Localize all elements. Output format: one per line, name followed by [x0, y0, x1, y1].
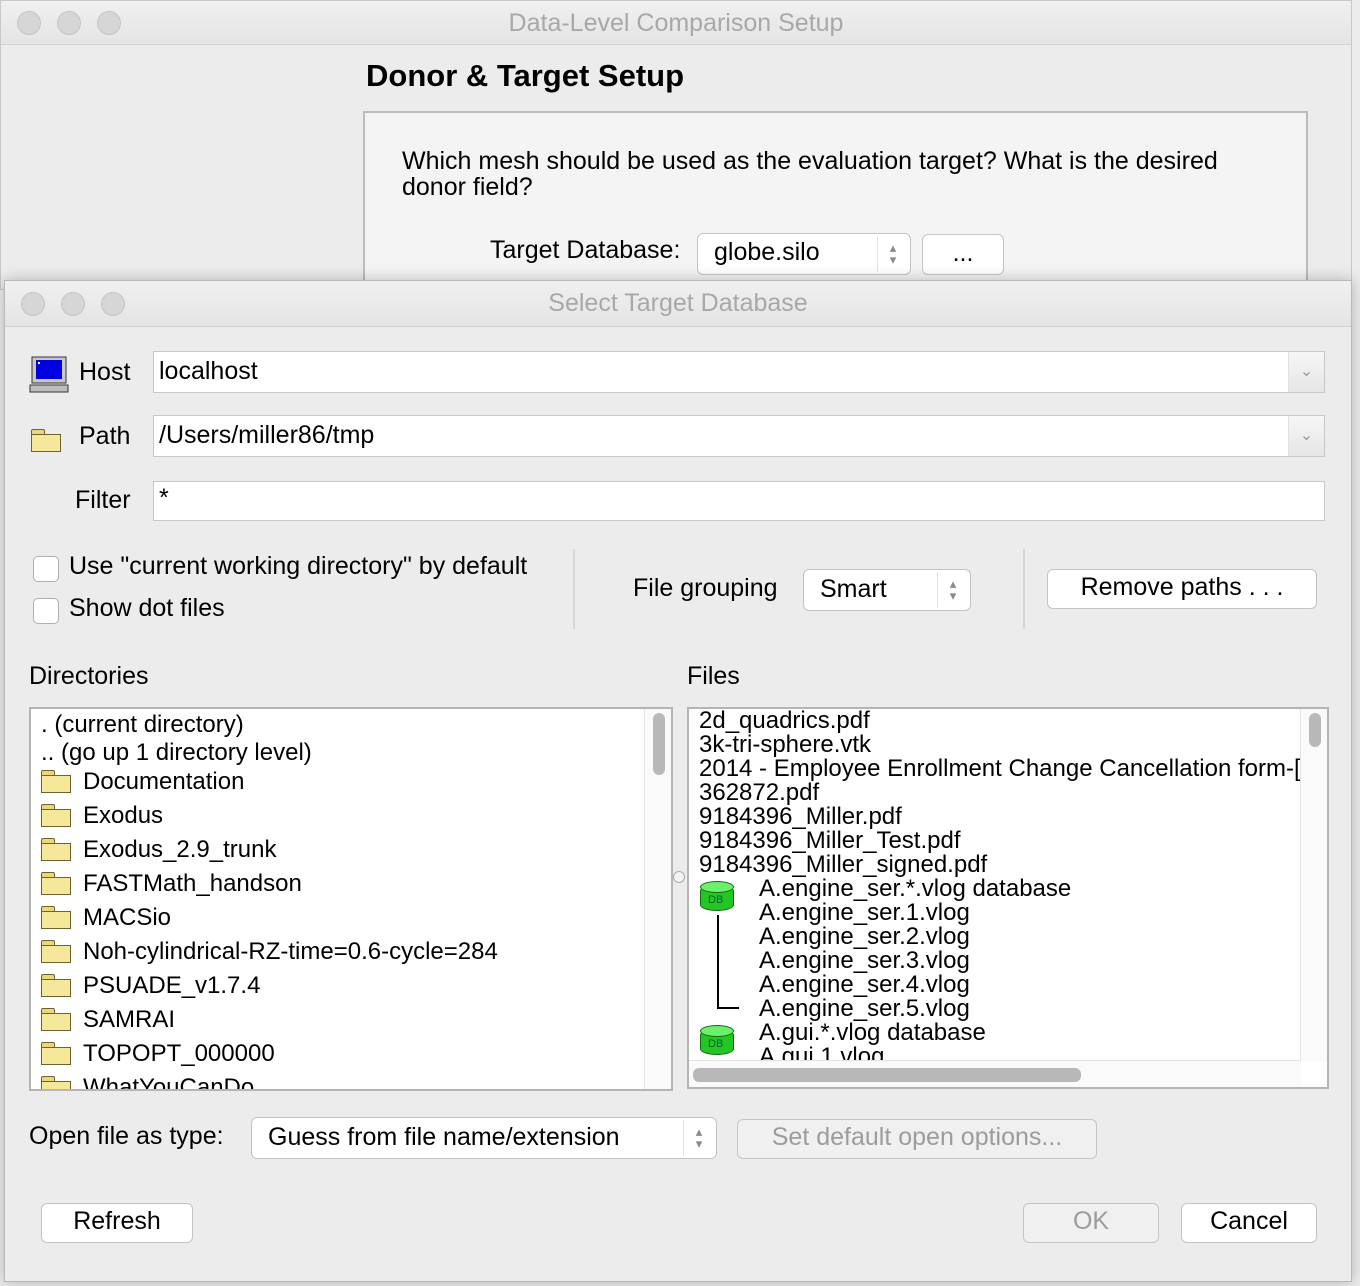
list-item[interactable]: Exodus_2.9_trunk: [41, 836, 276, 864]
chevron-down-icon[interactable]: ⌄: [1288, 416, 1324, 456]
computer-monitor-icon: [29, 356, 69, 393]
list-item[interactable]: Noh-cylindrical-RZ-time=0.6-cycle=284: [41, 938, 498, 966]
folder-icon: [41, 1076, 71, 1089]
list-item[interactable]: FASTMath_handson: [41, 870, 302, 898]
file-grouping-value: Smart: [820, 575, 887, 603]
cancel-button[interactable]: Cancel: [1181, 1203, 1317, 1243]
folder-icon: [41, 838, 71, 861]
directories-label: Directories: [29, 662, 149, 690]
files-label: Files: [687, 662, 740, 690]
folder-icon: [41, 1042, 71, 1065]
updown-arrows-icon: ▴ ▾: [683, 1120, 714, 1156]
setup-question: Which mesh should be used as the evaluat…: [402, 147, 1218, 201]
refresh-button[interactable]: Refresh: [41, 1203, 193, 1243]
show-dotfiles-checkbox[interactable]: [33, 598, 59, 624]
database-icon: DB: [699, 1025, 737, 1057]
folder-icon: [41, 1008, 71, 1031]
path-combo[interactable]: /Users/miller86/tmp ⌄: [153, 415, 1325, 457]
window-title: Data-Level Comparison Setup: [508, 9, 844, 37]
set-default-open-options-button[interactable]: Set default open options...: [737, 1119, 1097, 1159]
list-item[interactable]: Exodus: [41, 802, 163, 830]
files-list[interactable]: 2d_quadrics.pdf 3k-tri-sphere.vtk 2014 -…: [687, 707, 1329, 1089]
list-item[interactable]: WhatYouCanDo: [41, 1074, 254, 1089]
host-label: Host: [79, 358, 131, 386]
list-item[interactable]: MACSio: [41, 904, 171, 932]
file-grouping-label: File grouping: [633, 574, 778, 602]
list-item[interactable]: SAMRAI: [41, 1006, 175, 1034]
remove-paths-button[interactable]: Remove paths . . .: [1047, 569, 1317, 609]
show-dotfiles-label[interactable]: Show dot files: [69, 594, 225, 623]
cwd-default-label[interactable]: Use "current working directory" by defau…: [69, 552, 527, 581]
folder-icon: [41, 872, 71, 895]
file-grouping-select[interactable]: Smart ▴ ▾: [803, 569, 971, 611]
target-database-value: globe.silo: [714, 238, 820, 266]
target-database-select[interactable]: globe.silo ▴ ▾: [697, 233, 911, 275]
back-window-titlebar[interactable]: Data-Level Comparison Setup: [1, 1, 1351, 45]
updown-arrows-icon: ▴ ▾: [937, 572, 968, 608]
dialog-title: Select Target Database: [548, 289, 808, 317]
folder-icon: [41, 804, 71, 827]
open-as-type-value: Guess from file name/extension: [268, 1123, 620, 1151]
folder-icon: [41, 770, 71, 793]
path-label: Path: [79, 422, 131, 450]
host-combo[interactable]: localhost ⌄: [153, 351, 1325, 393]
files-vertical-scrollbar[interactable]: [1300, 709, 1327, 1061]
folder-icon: [41, 906, 71, 929]
tree-line: [717, 915, 719, 1009]
cwd-default-checkbox[interactable]: [33, 556, 59, 582]
tree-line: [717, 1007, 739, 1009]
path-value: /Users/miller86/tmp: [159, 421, 375, 449]
setup-heading: Donor & Target Setup: [366, 58, 685, 93]
scrollbar-thumb[interactable]: [1309, 713, 1321, 747]
separator: [1023, 549, 1025, 629]
list-item[interactable]: PSUADE_v1.7.4: [41, 972, 260, 1000]
folder-icon: [41, 974, 71, 997]
chevron-down-icon[interactable]: ⌄: [1288, 352, 1324, 392]
list-item[interactable]: . (current directory): [41, 711, 244, 739]
scrollbar-thumb[interactable]: [693, 1068, 1081, 1082]
database-icon: DB: [699, 881, 737, 913]
folder-icon: [31, 429, 61, 452]
list-item[interactable]: TOPOPT_000000: [41, 1040, 275, 1068]
separator: [573, 549, 575, 629]
updown-arrows-icon: ▴ ▾: [877, 236, 908, 272]
directories-scrollbar[interactable]: [644, 709, 671, 1089]
dialog-titlebar[interactable]: Select Target Database: [5, 281, 1351, 327]
scrollbar-thumb[interactable]: [653, 713, 665, 775]
folder-icon: [41, 940, 71, 963]
filter-input[interactable]: *: [153, 481, 1325, 521]
filter-label: Filter: [75, 486, 131, 514]
list-item[interactable]: .. (go up 1 directory level): [41, 739, 312, 767]
list-item[interactable]: Documentation: [41, 768, 244, 796]
browse-database-button[interactable]: ...: [922, 234, 1004, 275]
ok-button[interactable]: OK: [1023, 1203, 1159, 1243]
filter-value: *: [159, 484, 169, 512]
splitter-handle[interactable]: [673, 871, 685, 883]
open-as-type-select[interactable]: Guess from file name/extension ▴ ▾: [251, 1117, 717, 1159]
open-as-type-label: Open file as type:: [29, 1122, 224, 1150]
directories-list[interactable]: . (current directory) .. (go up 1 direct…: [29, 707, 673, 1091]
host-value: localhost: [159, 357, 258, 385]
files-horizontal-scrollbar[interactable]: [689, 1060, 1301, 1087]
target-database-label: Target Database:: [490, 236, 681, 264]
select-target-database-dialog: Select Target Database Host localhost ⌄ …: [4, 280, 1352, 1282]
